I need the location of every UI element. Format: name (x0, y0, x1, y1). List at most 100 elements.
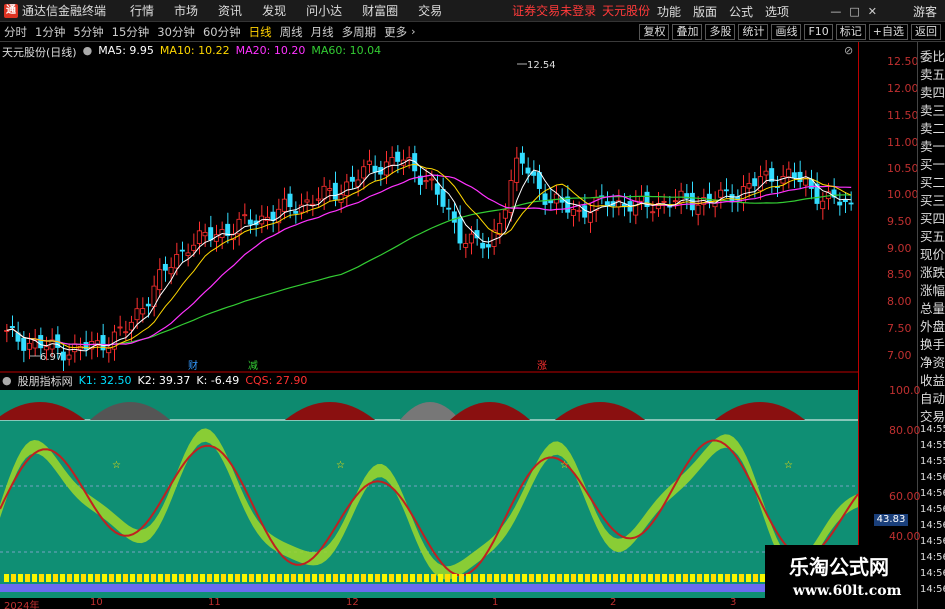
period-weekly[interactable]: 周线 (280, 24, 303, 40)
ma5-value: MA5: 9.95 (98, 44, 154, 57)
multi-stock-button[interactable]: 多股 (705, 24, 736, 40)
candle-body (185, 252, 191, 256)
menu-layout[interactable]: 版面 (693, 3, 717, 20)
period-30min[interactable]: 30分钟 (157, 24, 195, 40)
chart-close-icon[interactable]: ⊘ (844, 44, 853, 57)
candle-body (140, 308, 146, 315)
k2-value: K2: 39.37 (137, 374, 191, 387)
menu-ask[interactable]: 问小达 (306, 2, 342, 19)
star-icon: ☆ (560, 460, 569, 471)
date-axis: 2024年 10 11 12 1 2 3 (0, 597, 858, 609)
menu-trade[interactable]: 交易 (418, 2, 442, 19)
period-60min[interactable]: 60分钟 (203, 24, 241, 40)
signal-bar (53, 574, 58, 582)
indicator-tick: 60.00 (889, 490, 921, 503)
minimize-icon[interactable]: — (830, 5, 841, 18)
period-1min[interactable]: 1分钟 (35, 24, 65, 40)
period-timeshare[interactable]: 分时 (4, 24, 27, 40)
menu-discover[interactable]: 发现 (262, 2, 286, 19)
candle-body (429, 178, 435, 181)
period-15min[interactable]: 15分钟 (112, 24, 150, 40)
candle-body (514, 157, 520, 183)
period-monthly[interactable]: 月线 (311, 24, 334, 40)
signal-bar (732, 574, 737, 582)
panel-item: 卖二 (920, 121, 945, 136)
signal-bar (186, 574, 191, 582)
settings-dot-icon[interactable]: ● (2, 374, 12, 387)
panel-item: 净资 (920, 355, 945, 370)
back-button[interactable]: 返回 (911, 24, 941, 40)
signal-bar (424, 574, 429, 582)
signal-bar (403, 574, 408, 582)
candle-body (9, 326, 15, 329)
candle-body (763, 170, 769, 176)
candle-body (480, 242, 486, 249)
period-5min[interactable]: 5分钟 (73, 24, 103, 40)
close-icon[interactable]: ✕ (868, 5, 877, 18)
statistics-button[interactable]: 统计 (738, 24, 769, 40)
period-more[interactable]: 更多 (384, 24, 407, 40)
f10-button[interactable]: F10 (804, 24, 833, 40)
indicator-chart[interactable]: ☆ ☆ ☆ ☆ (0, 390, 858, 598)
menu-wealth[interactable]: 财富圈 (362, 2, 398, 19)
menu-formula[interactable]: 公式 (729, 3, 753, 20)
panel-item: 买五 (920, 229, 945, 244)
candle-body (423, 180, 429, 183)
candle-body (174, 254, 180, 269)
panel-item: 换手 (920, 337, 945, 352)
mark-button[interactable]: 标记 (835, 24, 866, 40)
menu-quotes[interactable]: 行情 (130, 2, 154, 19)
indicator-name[interactable]: 股朋指标网 (18, 373, 73, 389)
maximize-icon[interactable]: □ (849, 5, 859, 18)
indicator-tick: 40.00 (889, 530, 921, 543)
candle-body (587, 212, 593, 223)
signal-bar (95, 574, 100, 582)
signal-bar (151, 574, 156, 582)
add-watchlist-button[interactable]: +自选 (868, 24, 908, 40)
login-notice[interactable]: 证券交易未登录 (512, 2, 596, 19)
panel-item: 涨幅 (920, 283, 945, 298)
reduce-marker[interactable]: 减 (248, 360, 258, 372)
period-multi[interactable]: 多周期 (342, 24, 377, 40)
panel-item[interactable]: 交易 (920, 406, 945, 425)
finance-marker[interactable]: 财 (188, 359, 198, 372)
adjust-button[interactable]: 复权 (639, 24, 670, 40)
panel-item[interactable]: 自动 (920, 388, 945, 407)
signal-bar (396, 574, 401, 582)
signal-bar (347, 574, 352, 582)
menu-options[interactable]: 选项 (765, 3, 789, 20)
menu-function[interactable]: 功能 (657, 3, 681, 20)
ma10-value: MA10: 10.22 (159, 44, 230, 57)
chevron-right-icon[interactable]: › (411, 25, 415, 38)
signal-bar (508, 574, 513, 582)
candle-body (202, 231, 208, 237)
signal-bar (172, 574, 177, 582)
k1-value: K1: 32.50 (78, 374, 132, 387)
candle-body (661, 200, 667, 203)
panel-item: 卖三 (920, 103, 945, 118)
signal-bar (375, 574, 380, 582)
period-daily[interactable]: 日线 (249, 24, 272, 40)
guest-label[interactable]: 游客 (913, 3, 937, 20)
signal-bar (25, 574, 30, 582)
settings-dot-icon[interactable]: ● (83, 44, 93, 60)
signal-bar (116, 574, 121, 582)
overlay-button[interactable]: 叠加 (672, 24, 703, 40)
date-tick: 1 (492, 597, 499, 608)
candlestick-chart[interactable]: 12.54 6.97 财 减 涨 (0, 42, 858, 398)
signal-bar (235, 574, 240, 582)
signal-bar (564, 574, 569, 582)
candle-body (842, 199, 848, 203)
signal-bar (109, 574, 114, 582)
menu-market[interactable]: 市场 (174, 2, 198, 19)
signal-bar (536, 574, 541, 582)
signal-bar (480, 574, 485, 582)
signal-bar (263, 574, 268, 582)
signal-bar (319, 574, 324, 582)
candle-body (196, 230, 202, 244)
draw-button[interactable]: 画线 (771, 24, 802, 40)
panel-item: 总量 (920, 301, 945, 316)
panel-item: 收益 (920, 373, 945, 388)
menu-news[interactable]: 资讯 (218, 2, 242, 19)
rise-marker[interactable]: 涨 (537, 360, 547, 372)
